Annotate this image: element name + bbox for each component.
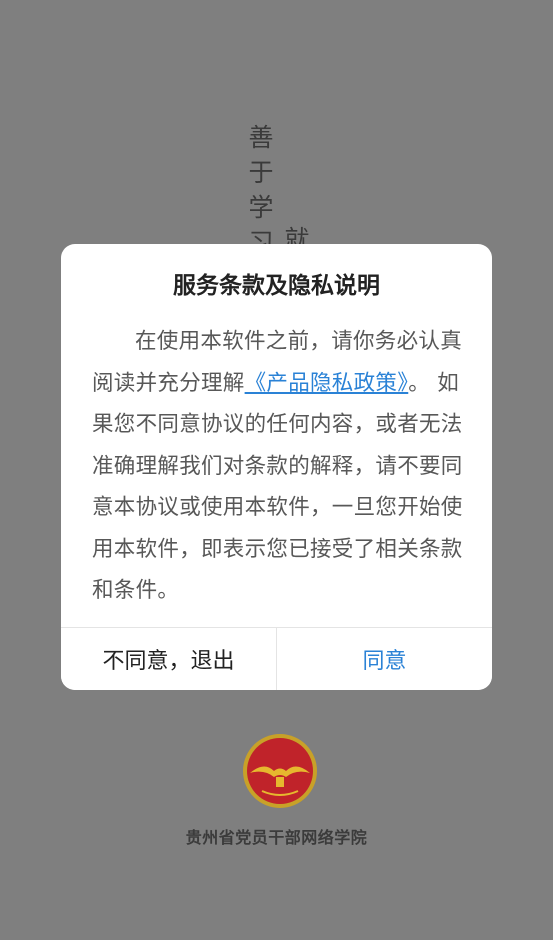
- slogan-column-1: 善 于 学 习: [248, 123, 274, 257]
- body-text-rest: 。 如果您不同意协议的任何内容，或者无法准确理解我们对条款的解释，请不要同意本协…: [92, 370, 463, 604]
- privacy-policy-link[interactable]: 《产品隐私政策》: [245, 371, 409, 396]
- org-name: 贵州省党员干部网络学院: [185, 828, 368, 847]
- agree-button[interactable]: 同意: [277, 628, 492, 690]
- disagree-exit-button[interactable]: 不同意，退出: [61, 628, 277, 690]
- privacy-dialog: 服务条款及隐私说明 在使用本软件之前，请你务必认真阅读并充分理解《产品隐私政策》…: [61, 244, 492, 690]
- dialog-title: 服务条款及隐私说明: [173, 273, 380, 299]
- party-school-logo-icon: [243, 734, 317, 808]
- dialog-body: 在使用本软件之前，请你务必认真阅读并充分理解《产品隐私政策》。 如果您不同意协议…: [92, 321, 464, 612]
- dialog-button-bar: 不同意，退出 同意: [61, 627, 492, 690]
